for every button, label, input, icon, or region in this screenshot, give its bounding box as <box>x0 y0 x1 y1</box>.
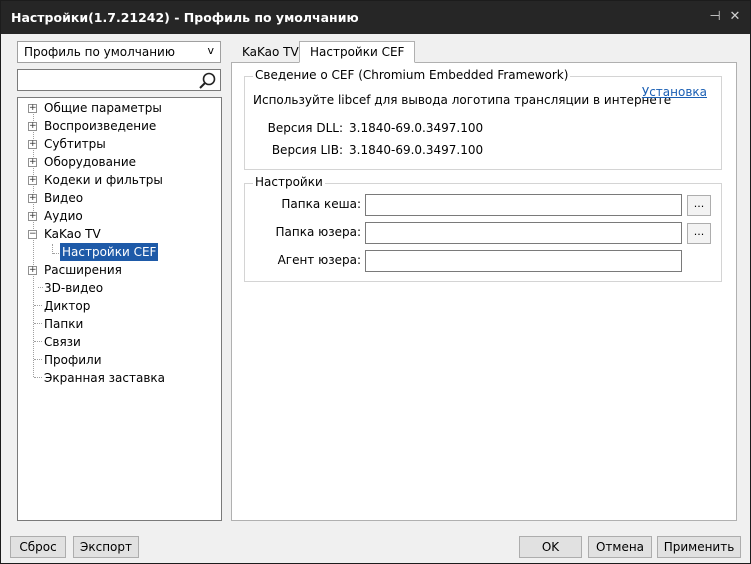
expand-icon[interactable]: + <box>28 158 37 167</box>
dll-version-value: 3.1840-69.0.3497.100 <box>349 121 484 135</box>
tree-item-label: Аудио <box>44 209 83 223</box>
search-box <box>17 69 221 91</box>
expand-icon[interactable]: + <box>28 104 37 113</box>
expand-icon[interactable]: + <box>28 176 37 185</box>
user-folder-browse-button[interactable]: ... <box>687 223 711 244</box>
tree-item-label: Оборудование <box>44 155 136 169</box>
user-folder-input[interactable] <box>366 223 681 243</box>
tree-item-label: Экранная заставка <box>44 371 166 385</box>
export-button[interactable]: Экспорт <box>73 536 139 558</box>
install-link[interactable]: Установка <box>642 85 707 99</box>
window-title: Настройки(1.7.21242) - Профиль по умолча… <box>11 10 359 25</box>
lib-version-value: 3.1840-69.0.3497.100 <box>349 143 484 157</box>
close-icon[interactable]: ✕ <box>726 8 744 26</box>
tree-item-label: Настройки CEF <box>60 243 159 261</box>
dll-version-label: Версия DLL: <box>267 121 343 135</box>
profile-select[interactable]: Профиль по умолчанию v <box>17 41 221 63</box>
expand-icon[interactable]: + <box>28 266 37 275</box>
user-folder-label: Папка юзера: <box>275 225 361 239</box>
tree-item-label: Воспроизведение <box>44 119 157 133</box>
tab-cef-settings[interactable]: Настройки CEF <box>299 41 416 63</box>
tree-item-label: 3D-видео <box>44 281 104 295</box>
ok-button[interactable]: OK <box>519 536 582 558</box>
search-input[interactable] <box>18 70 196 90</box>
cancel-button[interactable]: Отмена <box>588 536 652 558</box>
expand-icon[interactable]: + <box>28 194 37 203</box>
group-title: Настройки <box>253 175 325 189</box>
user-agent-label: Агент юзера: <box>277 253 361 267</box>
tree-item-label: KaKao TV <box>44 227 101 241</box>
expand-icon[interactable]: + <box>28 122 37 131</box>
reset-button[interactable]: Сброс <box>10 536 66 558</box>
tree-item-label: Расширения <box>44 263 122 277</box>
search-icon[interactable] <box>197 71 217 91</box>
tree-item-label: Видео <box>44 191 84 205</box>
tree-item-label: Общие параметры <box>44 101 162 115</box>
profile-select-value: Профиль по умолчанию <box>24 45 175 59</box>
collapse-icon[interactable]: − <box>28 230 37 239</box>
lib-version-label: Версия LIB: <box>271 143 343 157</box>
settings-window: Настройки(1.7.21242) - Профиль по умолча… <box>0 0 751 564</box>
settings-tree: + Общие параметры + Воспроизведение + Су… <box>17 97 222 521</box>
apply-button[interactable]: Применить <box>657 536 741 558</box>
title-bar: Настройки(1.7.21242) - Профиль по умолча… <box>1 1 750 34</box>
cache-folder-browse-button[interactable]: ... <box>687 195 711 216</box>
user-folder-field <box>365 222 682 244</box>
cache-folder-label: Папка кеша: <box>281 197 361 211</box>
tree-item-label: Субтитры <box>44 137 106 151</box>
user-agent-input[interactable] <box>366 251 681 271</box>
cache-folder-input[interactable] <box>366 195 681 215</box>
tree-item-label: Папки <box>44 317 84 331</box>
expand-icon[interactable]: + <box>28 212 37 221</box>
chevron-down-icon: v <box>207 44 214 57</box>
tree-item-label: Диктор <box>44 299 91 313</box>
cef-info-group: Сведение о CEF (Chromium Embedded Framew… <box>244 68 722 170</box>
pin-icon[interactable]: ⊣ <box>706 8 724 26</box>
cache-folder-field <box>365 194 682 216</box>
user-agent-field <box>365 250 682 272</box>
group-title: Сведение о CEF (Chromium Embedded Framew… <box>253 68 571 82</box>
tab-kakao-tv[interactable]: KaKao TV <box>231 41 310 63</box>
settings-group: Настройки Папка кеша: ... Папка юзера: .… <box>244 175 722 282</box>
expand-icon[interactable]: + <box>28 140 37 149</box>
tree-item-label: Профили <box>44 353 102 367</box>
cef-description: Используйте libcef для вывода логотипа т… <box>253 93 672 107</box>
tree-item-label: Связи <box>44 335 81 349</box>
tab-panel: Сведение о CEF (Chromium Embedded Framew… <box>231 62 737 521</box>
tree-item-label: Кодеки и фильтры <box>44 173 163 187</box>
